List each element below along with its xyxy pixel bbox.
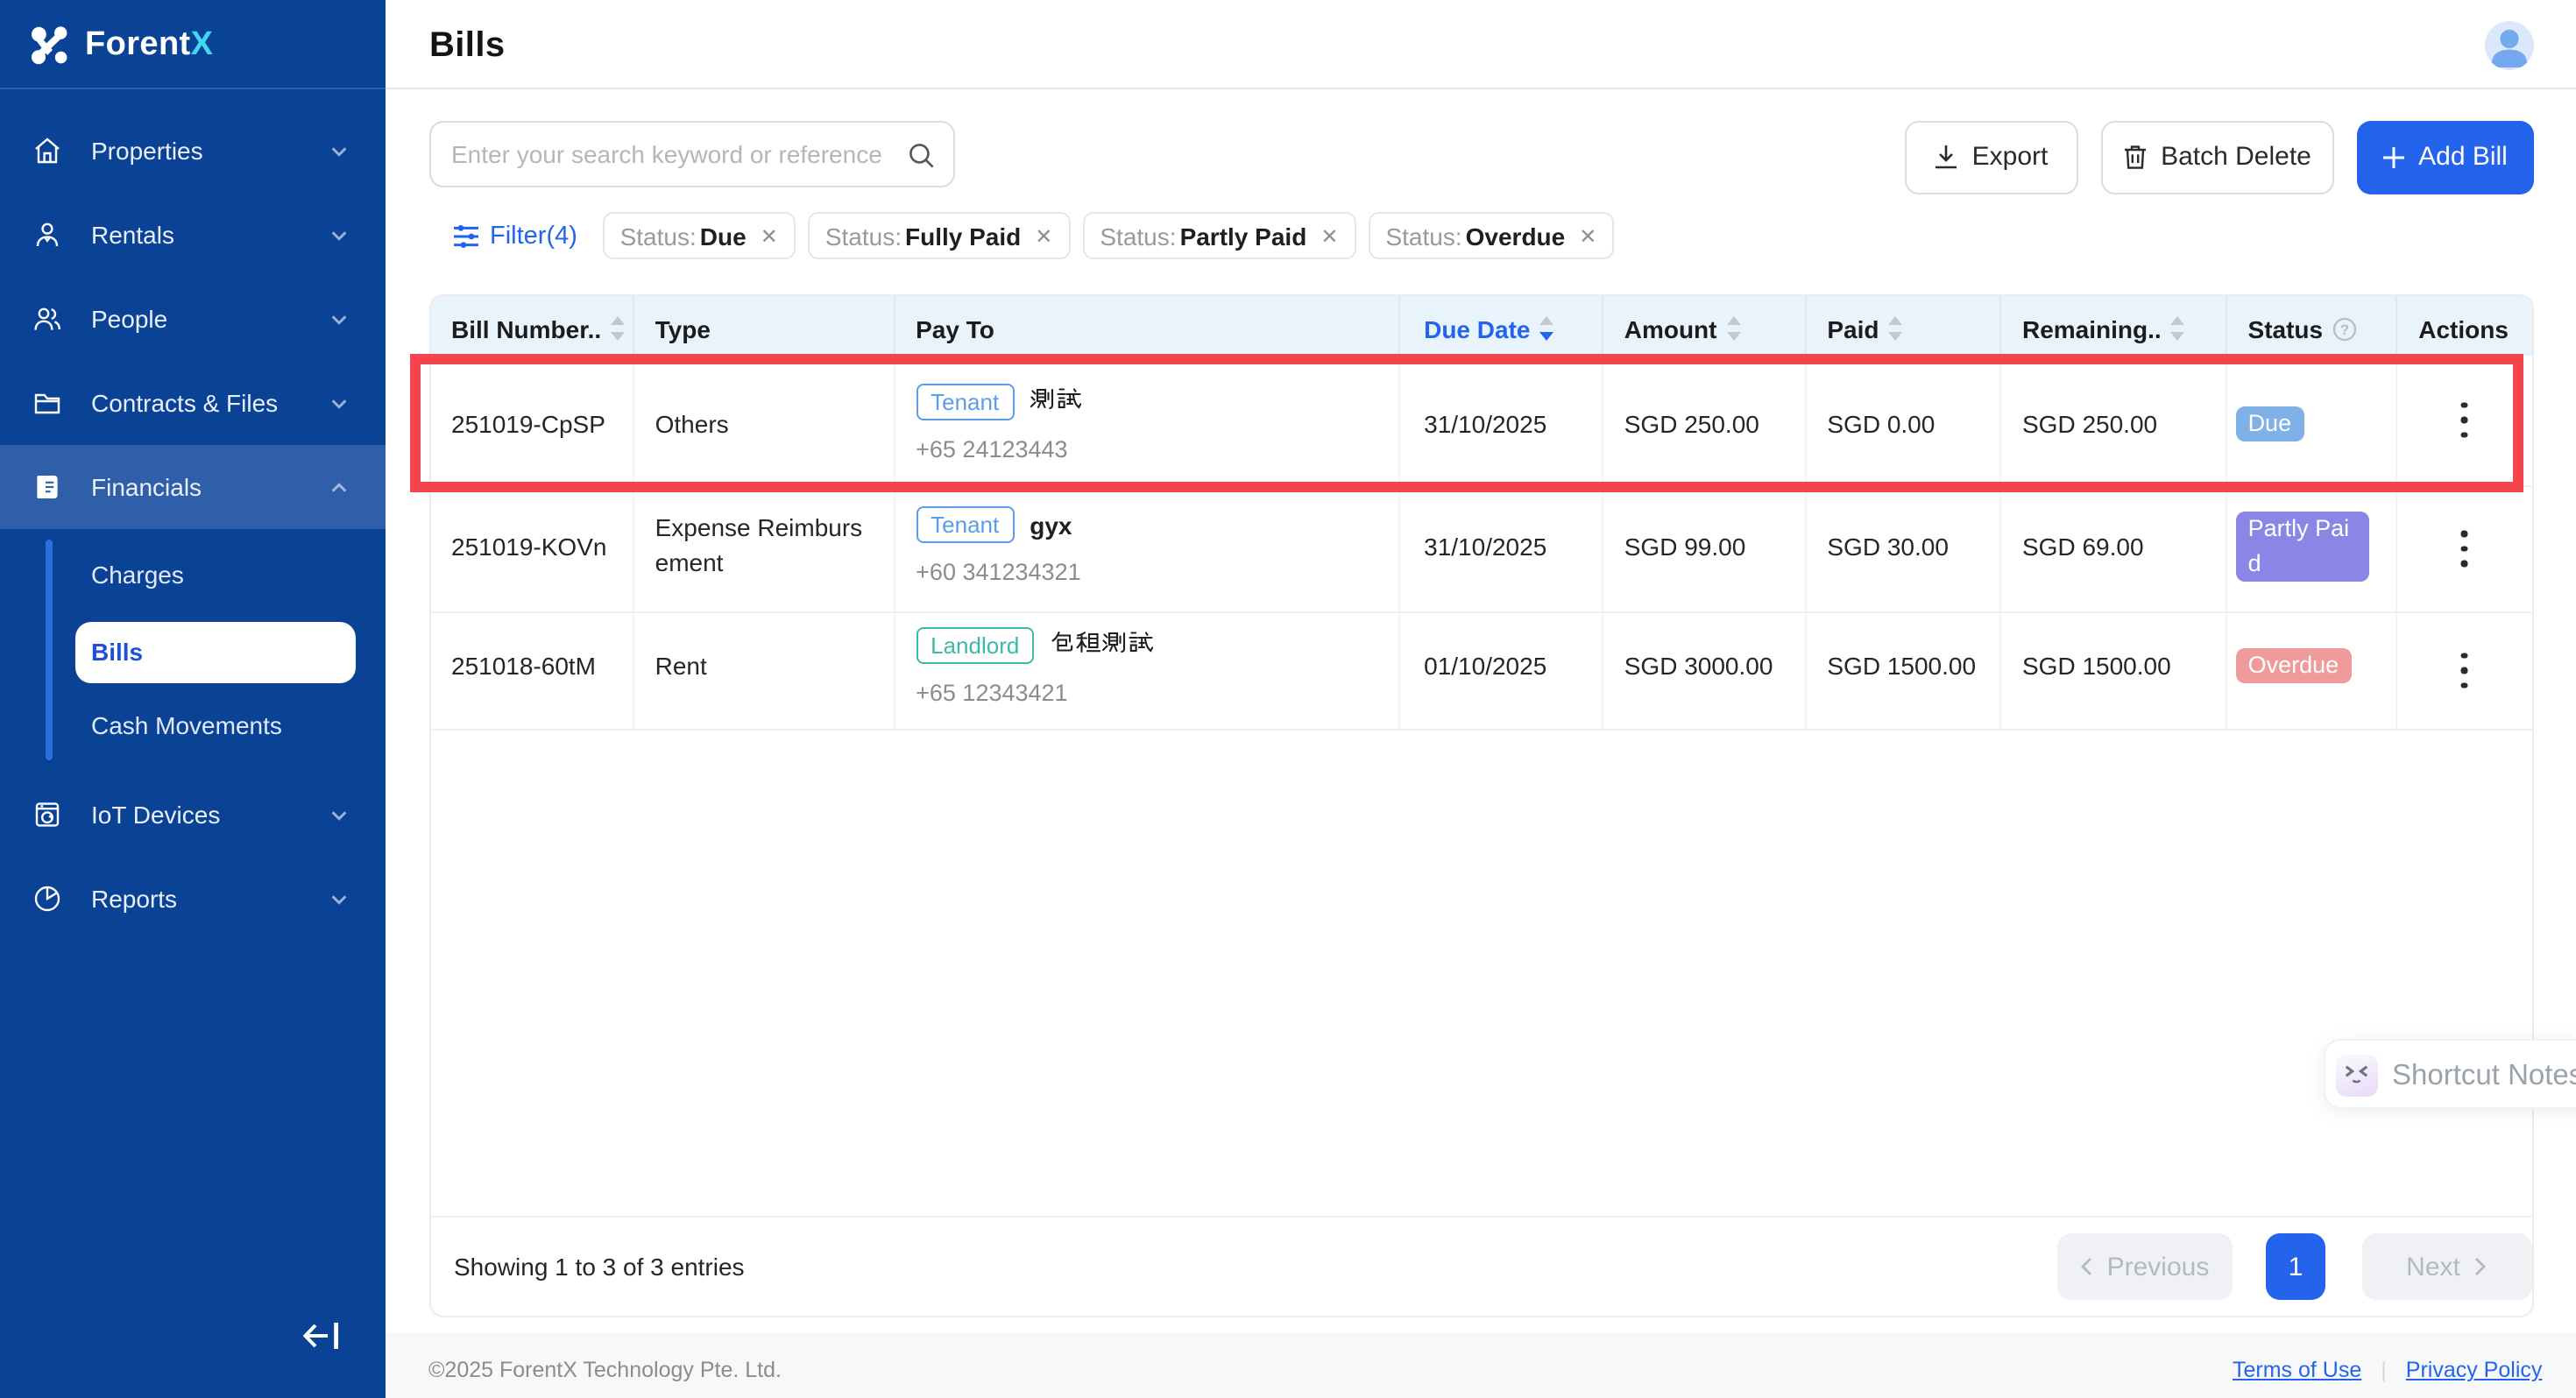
svg-text:?: ? — [2339, 321, 2348, 337]
